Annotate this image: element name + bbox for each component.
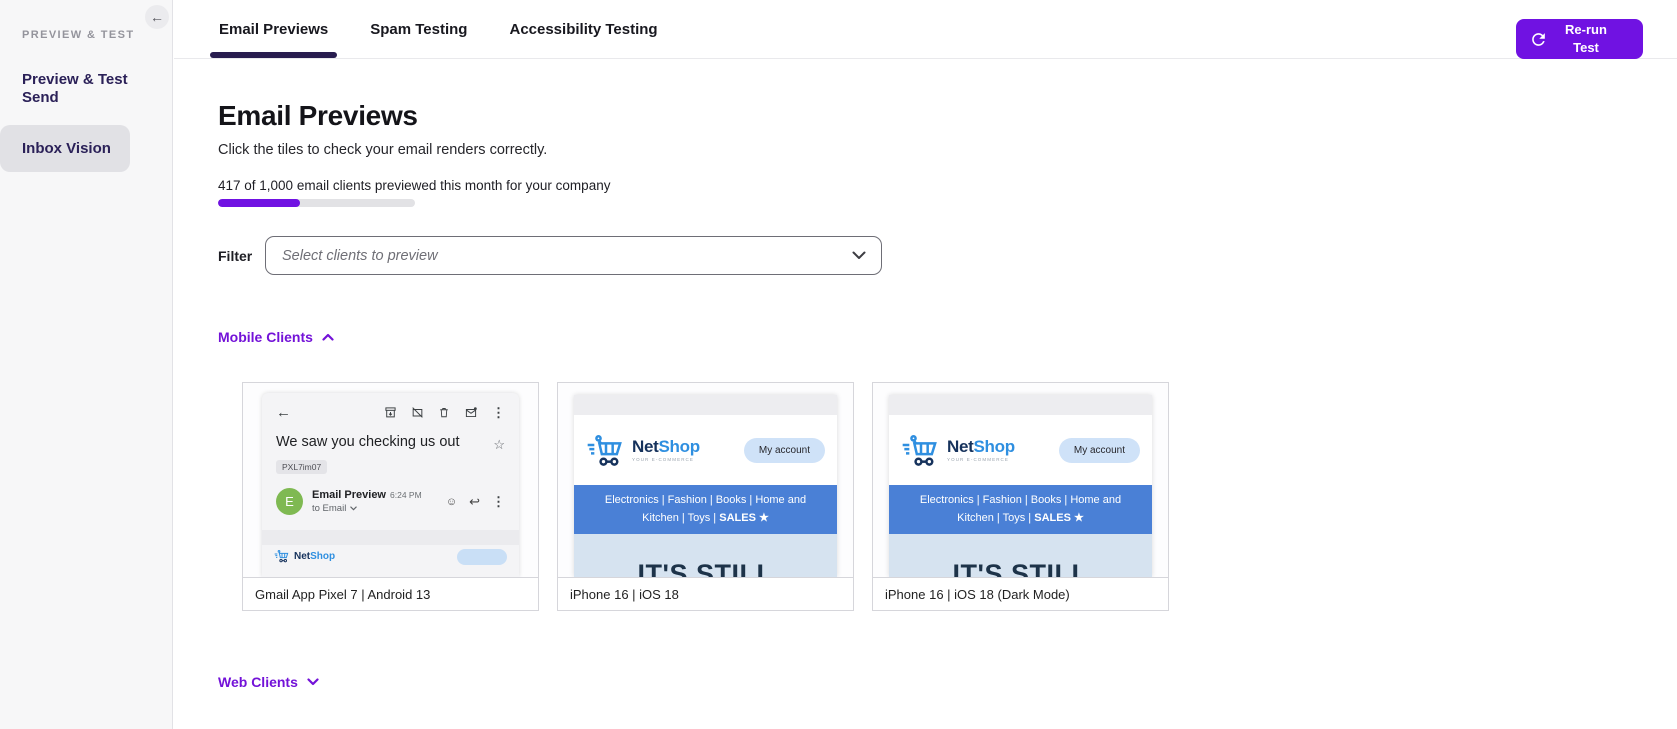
chevron-down-icon (350, 506, 358, 511)
email-body-separator (262, 530, 519, 545)
netshop-wordmark: NetShop YOUR E-COMMERCE (632, 436, 700, 462)
filter-placeholder: Select clients to preview (282, 247, 438, 264)
sidebar-section-label: PREVIEW & TEST (22, 29, 135, 41)
avatar: E (276, 488, 303, 515)
back-arrow-icon: ← (150, 9, 164, 25)
main-area: Email Previews Spam Testing Accessibilit… (174, 0, 1677, 729)
hero-headline-clipped: IT'S STILL (637, 559, 774, 577)
iphone-dark-preview-screenshot: NetShop YOUR E-COMMERCE My account Elect… (873, 383, 1168, 577)
tab-accessibility-testing[interactable]: Accessibility Testing (500, 0, 666, 58)
sender-meta: Email Preview 6:24 PM to Email (312, 489, 422, 514)
star-icon: ☆ (493, 437, 505, 452)
sales-link: SALES ★ (719, 511, 769, 524)
tile-caption: Gmail App Pixel 7 | Android 13 (243, 577, 538, 610)
email-body-partial: NetShop (262, 545, 519, 565)
gmail-sender-row: E Email Preview 6:24 PM to Email ☺ ↩ ⋮ (262, 475, 519, 515)
email-render-frame: NetShop YOUR E-COMMERCE My account Elect… (889, 395, 1152, 577)
my-account-button: My account (743, 437, 825, 463)
netshop-header: NetShop YOUR E-COMMERCE My account (889, 415, 1152, 485)
tab-email-previews[interactable]: Email Previews (210, 0, 338, 58)
preview-tiles-row: ← ⋮ We saw you checking us out ☆ PXL7im0… (242, 382, 1677, 611)
emoji-reaction-icon: ☺ (445, 495, 458, 508)
device-chip: PXL7im07 (276, 460, 328, 474)
preview-tile-gmail-pixel7[interactable]: ← ⋮ We saw you checking us out ☆ PXL7im0… (242, 382, 539, 611)
archive-icon (385, 407, 396, 418)
rerun-test-label: Re-run Test (1565, 22, 1607, 55)
gmail-subject-row: We saw you checking us out ☆ (262, 421, 519, 453)
gmail-preview-screenshot: ← ⋮ We saw you checking us out ☆ PXL7im0… (243, 383, 538, 577)
section-web-clients[interactable]: Web Clients (218, 674, 1677, 690)
my-account-pill-partial (457, 549, 507, 565)
chevron-down-icon (852, 251, 866, 260)
sidebar-item-label: Preview & Test Send (22, 71, 128, 106)
netshop-tagline: YOUR E-COMMERCE (947, 456, 1010, 462)
tab-label: Email Previews (219, 20, 329, 38)
netshop-cart-icon (587, 435, 622, 466)
netshop-cart-icon (902, 435, 937, 466)
email-subject: We saw you checking us out (276, 434, 460, 450)
netshop-logo: NetShop YOUR E-COMMERCE (901, 433, 1015, 467)
netshop-wordmark: NetShop (294, 551, 336, 562)
netshop-header: NetShop YOUR E-COMMERCE My account (574, 415, 837, 485)
preview-tile-iphone16-dark[interactable]: NetShop YOUR E-COMMERCE My account Elect… (872, 382, 1169, 611)
netshop-hero-band: IT'S STILL (889, 534, 1152, 577)
sidebar-item-label: Inbox Vision (22, 139, 111, 157)
netshop-nav-bar: Electronics | Fashion | Books | Home and… (574, 485, 837, 535)
filter-label: Filter (218, 247, 253, 264)
more-options-icon: ⋮ (492, 493, 505, 509)
chevron-up-icon (322, 333, 334, 341)
refresh-icon (1532, 32, 1545, 46)
usage-text: 417 of 1,000 email clients previewed thi… (218, 178, 611, 193)
tab-label: Spam Testing (370, 20, 468, 38)
preview-tile-iphone16[interactable]: NetShop YOUR E-COMMERCE My account Elect… (557, 382, 854, 611)
tile-caption: iPhone 16 | iOS 18 (558, 577, 853, 610)
rerun-test-button[interactable]: Re-run Test (1516, 19, 1643, 59)
email-time: 6:24 PM (390, 490, 422, 500)
netshop-wordmark: NetShop YOUR E-COMMERCE (947, 436, 1015, 462)
content: Email Previews Click the tiles to check … (174, 100, 1677, 729)
client-filter-select[interactable]: Select clients to preview (265, 236, 882, 275)
back-arrow-icon: ← (276, 404, 291, 421)
iphone-preview-screenshot: NetShop YOUR E-COMMERCE My account Elect… (558, 383, 853, 577)
tile-caption: iPhone 16 | iOS 18 (Dark Mode) (873, 577, 1168, 610)
sidebar-item-inbox-vision[interactable]: Inbox Vision (0, 125, 130, 172)
chevron-down-icon (307, 678, 319, 686)
usage-progress-fill (218, 199, 301, 207)
email-render-frame: NetShop YOUR E-COMMERCE My account Elect… (574, 395, 837, 577)
sidebar: ← PREVIEW & TEST Preview & Test Send Inb… (0, 0, 173, 729)
page-subtitle: Click the tiles to check your email rend… (218, 142, 548, 158)
netshop-nav-bar: Electronics | Fashion | Books | Home and… (889, 485, 1152, 535)
delete-icon (440, 408, 448, 418)
sender-name: Email Preview 6:24 PM (312, 489, 422, 501)
hero-headline-clipped: IT'S STILL (952, 559, 1089, 577)
more-options-icon: ⋮ (492, 404, 505, 420)
section-label: Web Clients (218, 674, 298, 690)
tab-spam-testing[interactable]: Spam Testing (361, 0, 476, 58)
netshop-logo: NetShop YOUR E-COMMERCE (586, 433, 700, 467)
section-application-clients[interactable]: Application Clients (218, 699, 1677, 729)
app-window: ← PREVIEW & TEST Preview & Test Send Inb… (0, 0, 1677, 729)
recipient-line: to Email (312, 503, 422, 514)
tab-bar: Email Previews Spam Testing Accessibilit… (174, 0, 1677, 59)
netshop-tagline: YOUR E-COMMERCE (632, 456, 695, 462)
usage-progress-track (218, 199, 415, 207)
reply-icon: ↩ (469, 493, 480, 509)
mark-unread-icon (465, 407, 477, 418)
section-mobile-clients[interactable]: Mobile Clients (218, 329, 1677, 345)
gmail-toolbar-icons: ⋮ (384, 405, 505, 421)
report-spam-icon (412, 407, 423, 418)
page-title: Email Previews (218, 100, 418, 131)
gmail-message-actions: ☺ ↩ ⋮ (446, 494, 505, 510)
netshop-hero-band: IT'S STILL (574, 534, 837, 577)
filter-row: Filter Select clients to preview (218, 236, 1677, 275)
my-account-button: My account (1058, 437, 1140, 463)
sidebar-item-preview-test-send[interactable]: Preview & Test Send (0, 71, 130, 107)
netshop-cart-icon (274, 550, 289, 563)
sales-link: SALES ★ (1034, 511, 1084, 524)
sidebar-collapse-button[interactable]: ← (145, 5, 169, 29)
gmail-app-frame: ← ⋮ We saw you checking us out ☆ PXL7im0… (262, 393, 519, 577)
section-label: Mobile Clients (218, 329, 313, 345)
tab-label: Accessibility Testing (509, 20, 658, 38)
gmail-toolbar: ← ⋮ (262, 393, 519, 421)
